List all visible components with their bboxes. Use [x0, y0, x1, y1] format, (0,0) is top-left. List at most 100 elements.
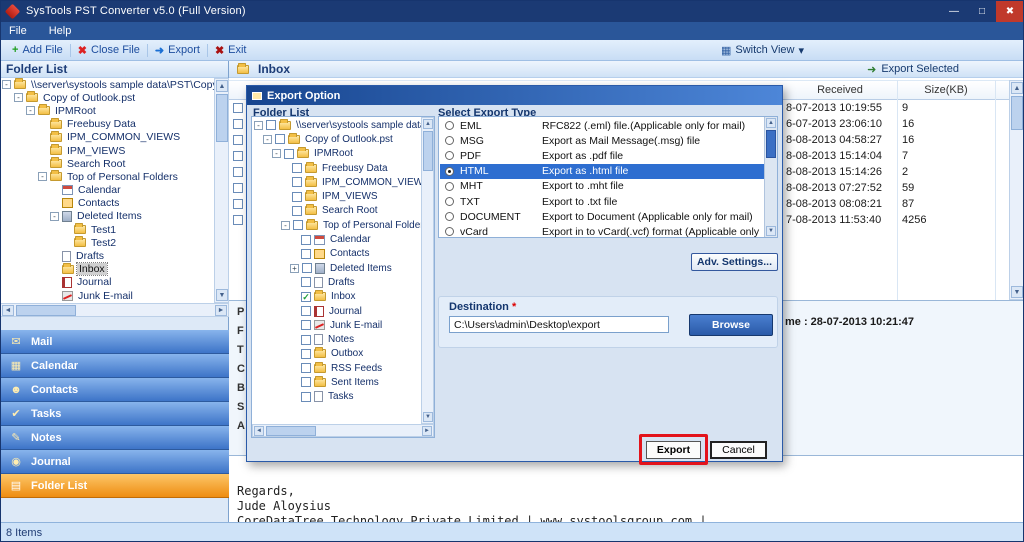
scroll-up-icon[interactable]: ▲: [766, 118, 776, 128]
tree-item-drafts[interactable]: Drafts: [0, 249, 214, 262]
checkbox-unchecked[interactable]: [284, 148, 294, 159]
folder-tree-vertical-scrollbar[interactable]: ▲ ▼: [214, 78, 229, 303]
dialog-tree-item-root[interactable]: - \\server\systools sample data\PST\: [253, 118, 422, 132]
dialog-tree-item-rss-feeds[interactable]: RSS Feeds: [253, 361, 422, 375]
tree-item-freebusy-data[interactable]: Freebusy Data: [0, 117, 214, 131]
expand-icon[interactable]: +: [290, 263, 299, 273]
dialog-tree-item-freebusy-data[interactable]: Freebusy Data: [253, 161, 422, 175]
checkbox-unchecked[interactable]: [301, 334, 311, 345]
nav-tasks-button[interactable]: ✔ Tasks: [0, 402, 229, 426]
radio-unselected[interactable]: [445, 197, 454, 207]
checkbox-unchecked[interactable]: [275, 134, 285, 145]
nav-notes-button[interactable]: ✎ Notes: [0, 426, 229, 450]
tree-item-ipm-views[interactable]: IPM_VIEWS: [0, 144, 214, 157]
checkbox-unchecked[interactable]: [301, 234, 311, 245]
checkbox-unchecked[interactable]: [302, 263, 312, 274]
column-header-received[interactable]: Received: [783, 84, 897, 96]
nav-calendar-button[interactable]: ▦ Calendar: [0, 354, 229, 378]
checkbox-unchecked[interactable]: [293, 220, 303, 231]
scroll-down-icon[interactable]: ▼: [423, 412, 433, 422]
collapse-icon[interactable]: -: [263, 134, 272, 144]
radio-unselected[interactable]: [445, 151, 454, 161]
cancel-button[interactable]: Cancel: [710, 441, 767, 459]
radio-selected[interactable]: [445, 166, 454, 176]
destination-input[interactable]: [449, 316, 669, 333]
scroll-left-icon[interactable]: ◄: [254, 426, 264, 436]
dialog-tree-item-contacts[interactable]: Contacts: [253, 247, 422, 261]
checkbox-unchecked[interactable]: [301, 320, 311, 331]
close-file-button[interactable]: ✖ Close File: [71, 40, 147, 60]
dialog-titlebar[interactable]: Export Option: [247, 86, 782, 105]
row-checkbox[interactable]: [233, 167, 243, 177]
dialog-tree-item-notes[interactable]: Notes: [253, 332, 422, 346]
export-selected-button[interactable]: ➜ Export Selected: [867, 61, 959, 77]
scroll-down-icon[interactable]: ▼: [1011, 286, 1023, 298]
scroll-left-icon[interactable]: ◄: [2, 305, 14, 316]
scrollbar-thumb[interactable]: [1011, 96, 1023, 130]
export-button-toolbar[interactable]: ➜ Export: [148, 40, 207, 60]
export-type-vcard[interactable]: vCard Export in to vCard(.vcf) format (A…: [440, 224, 765, 238]
scroll-up-icon[interactable]: ▲: [216, 80, 228, 92]
dialog-tree-item-sent-items[interactable]: Sent Items: [253, 375, 422, 389]
checkbox-unchecked[interactable]: [266, 120, 276, 131]
adv-settings-button[interactable]: Adv. Settings...: [691, 253, 778, 271]
dialog-tree-item-outbox[interactable]: Outbox: [253, 347, 422, 361]
tree-item-search-root[interactable]: Search Root: [0, 157, 214, 170]
export-type-html-selected[interactable]: HTML Export as .html file: [440, 163, 765, 179]
folder-tree-horizontal-scrollbar[interactable]: ◄ ►: [0, 303, 229, 317]
checkbox-unchecked[interactable]: [301, 377, 311, 388]
checkbox-unchecked[interactable]: [292, 191, 302, 202]
dialog-tree-item-calendar[interactable]: Calendar: [253, 232, 422, 246]
tree-item-test1[interactable]: Test1: [0, 223, 214, 236]
checkbox-unchecked[interactable]: [292, 163, 302, 174]
mail-list-vertical-scrollbar[interactable]: ▲ ▼: [1009, 80, 1024, 300]
nav-folder-list-button[interactable]: ▤ Folder List: [0, 474, 229, 498]
exit-button[interactable]: ✖ Exit: [208, 40, 254, 60]
close-icon[interactable]: ✖: [996, 0, 1024, 22]
tree-item-copy-of-outlook[interactable]: - Copy of Outlook.pst: [0, 91, 214, 104]
menu-help[interactable]: Help: [49, 25, 72, 37]
checkbox-unchecked[interactable]: [301, 391, 311, 402]
dialog-tree-item-ipmroot[interactable]: - IPMRoot: [253, 147, 422, 161]
radio-unselected[interactable]: [445, 181, 454, 191]
dialog-tree-item-journal[interactable]: Journal: [253, 304, 422, 318]
checkbox-unchecked[interactable]: [301, 363, 311, 374]
dialog-tree-item-inbox[interactable]: ✓ Inbox: [253, 290, 422, 304]
scroll-up-icon[interactable]: ▲: [423, 119, 433, 129]
export-type-mht[interactable]: MHT Export to .mht file: [440, 179, 765, 194]
checkbox-checked[interactable]: ✓: [301, 291, 311, 302]
menu-file[interactable]: File: [9, 25, 27, 37]
collapse-icon[interactable]: -: [281, 220, 290, 230]
row-checkbox[interactable]: [233, 215, 243, 225]
tree-item-root[interactable]: - \\server\systools sample data\PST\Copy…: [0, 78, 214, 91]
export-type-document[interactable]: DOCUMENT Export to Document (Applicable …: [440, 209, 765, 224]
export-type-eml[interactable]: EML RFC822 (.eml) file.(Applicable only …: [440, 118, 765, 133]
dialog-tree-item-ipm-common-views[interactable]: IPM_COMMON_VIEWS: [253, 175, 422, 189]
dialog-tree-item-drafts[interactable]: Drafts: [253, 275, 422, 289]
scrollbar-thumb[interactable]: [766, 130, 776, 158]
dialog-tree-item-tasks[interactable]: Tasks: [253, 390, 422, 404]
scrollbar-thumb[interactable]: [216, 94, 228, 142]
dialog-tree-item-ipm-views[interactable]: IPM_VIEWS: [253, 189, 422, 203]
scroll-right-icon[interactable]: ►: [422, 426, 432, 436]
checkbox-unchecked[interactable]: [301, 248, 311, 259]
tree-item-calendar[interactable]: Calendar: [0, 184, 214, 197]
row-checkbox[interactable]: [233, 151, 243, 161]
export-type-msg[interactable]: MSG Export as Mail Message(.msg) file: [440, 133, 765, 148]
dialog-tree-item-search-root[interactable]: Search Root: [253, 204, 422, 218]
collapse-icon[interactable]: -: [2, 80, 11, 90]
checkbox-unchecked[interactable]: [301, 306, 311, 316]
scrollbar-thumb[interactable]: [266, 426, 316, 436]
export-button[interactable]: Export: [646, 441, 701, 459]
row-checkbox[interactable]: [233, 119, 243, 129]
collapse-icon[interactable]: -: [272, 149, 281, 159]
checkbox-unchecked[interactable]: [292, 205, 302, 216]
radio-unselected[interactable]: [445, 212, 454, 222]
row-checkbox[interactable]: [233, 199, 243, 209]
switch-view-dropdown[interactable]: ▦ Switch View ▾: [721, 44, 804, 57]
collapse-icon[interactable]: -: [26, 106, 35, 116]
dialog-tree-item-top-of-personal-folders[interactable]: - Top of Personal Folders: [253, 218, 422, 232]
tree-item-inbox[interactable]: Inbox: [0, 262, 214, 277]
row-checkbox[interactable]: [233, 183, 243, 193]
row-checkbox[interactable]: [233, 135, 243, 145]
